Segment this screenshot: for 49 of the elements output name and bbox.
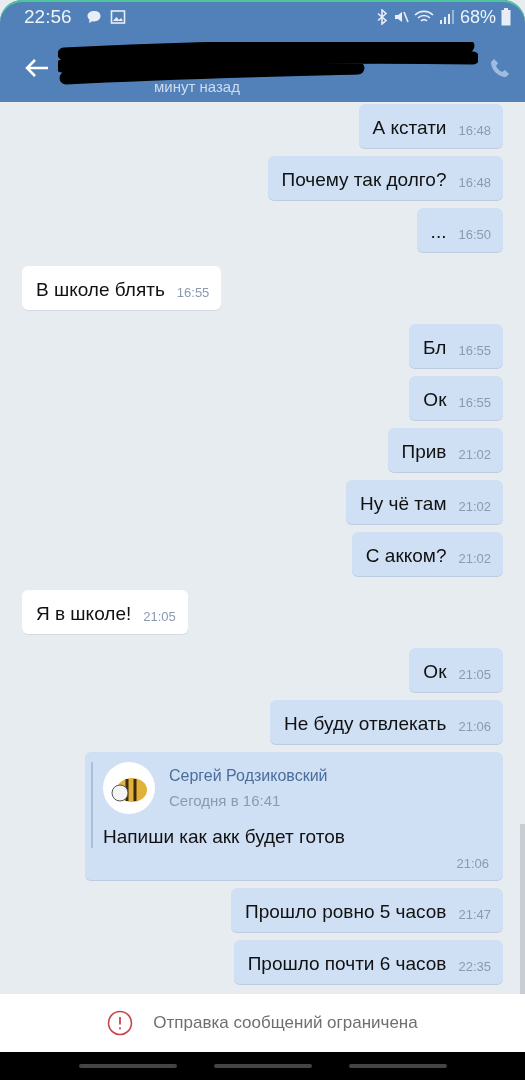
- message-text: Я в школе!: [36, 603, 132, 625]
- back-arrow-icon: [24, 57, 50, 79]
- message-text: Ну чё там: [360, 493, 447, 515]
- nav-bar-handle[interactable]: [348, 1064, 447, 1068]
- chat-icon: [85, 9, 102, 25]
- last-seen-text: минут назад: [154, 77, 240, 95]
- message-time: 16:55: [176, 285, 210, 301]
- message-time: 21:47: [458, 907, 491, 923]
- notice-text: Отправка сообщений ограничена: [153, 1013, 418, 1033]
- battery-icon: [501, 8, 511, 26]
- battery-level: 68%: [459, 6, 496, 28]
- message-time: 16:55: [458, 395, 491, 411]
- author-name[interactable]: Сергей Родзиковский: [169, 767, 328, 785]
- message-time: 21:05: [143, 609, 176, 625]
- message-time: 16:48: [458, 123, 491, 139]
- message-time: 21:02: [458, 447, 491, 463]
- warning-icon: [107, 1010, 134, 1036]
- message-text: Прив: [401, 441, 447, 463]
- phone-icon: [489, 57, 511, 79]
- message-text: Напиши как акк будет готов: [103, 826, 346, 848]
- message-text: Почему так долго?: [281, 169, 447, 191]
- message-time: 16:55: [458, 343, 491, 359]
- signal-icon: [438, 9, 455, 25]
- bluetooth-icon: [375, 9, 388, 25]
- message-text: В школе блять: [36, 279, 165, 301]
- mute-icon: [392, 9, 409, 25]
- message-time: 21:02: [458, 551, 491, 567]
- message-text: С акком?: [365, 545, 447, 567]
- status-time: 22:56: [24, 6, 72, 28]
- message-text: Бл: [423, 337, 447, 359]
- nav-bar-handle[interactable]: [213, 1064, 312, 1068]
- message-text: ...: [430, 221, 447, 243]
- message-text: А кстати: [372, 117, 447, 139]
- avatar-icon: [103, 762, 155, 814]
- message-time: 21:06: [456, 856, 489, 872]
- message-text: Не буду отвлекать: [284, 713, 447, 735]
- message-text: Ок: [423, 389, 447, 411]
- message-text: Ок: [423, 661, 447, 683]
- image-icon: [109, 9, 126, 25]
- message-time: 16:50: [458, 227, 491, 243]
- message-time: 21:06: [458, 719, 491, 735]
- message-time: 21:05: [458, 667, 491, 683]
- message-time: 22:35: [458, 959, 491, 975]
- message-time: 21:02: [458, 499, 491, 515]
- message-text: Прошло ровно 5 часов: [245, 901, 447, 923]
- message-text: Прошло почти 6 часов: [247, 953, 447, 975]
- nav-bar-handle[interactable]: [78, 1064, 177, 1068]
- quote-date: Сегодня в 16:41: [169, 792, 282, 809]
- message-time: 16:48: [458, 175, 491, 191]
